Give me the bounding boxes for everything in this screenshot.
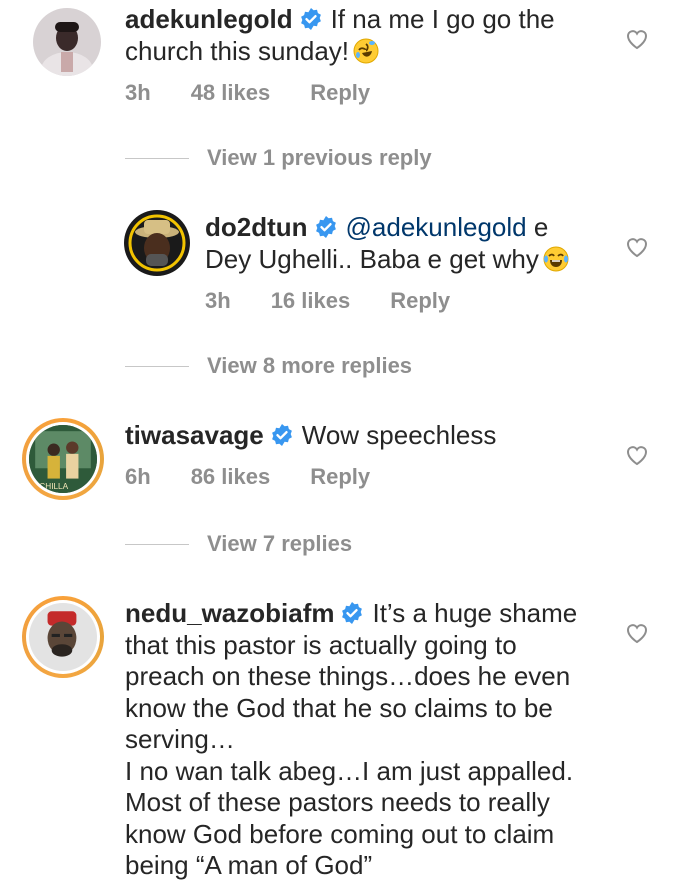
heart-icon[interactable] bbox=[624, 26, 650, 52]
view-replies-label: View 7 replies bbox=[207, 531, 353, 556]
reply-button[interactable]: Reply bbox=[310, 80, 370, 106]
comment-time: 6h bbox=[125, 464, 151, 489]
comment-text-line: Most of these pastors needs to really bbox=[125, 787, 550, 817]
comment-text: If na me I go go the bbox=[330, 4, 555, 34]
avatar-tiwasavage[interactable]: CHILLA bbox=[22, 418, 104, 500]
avatar-adekunlegold[interactable] bbox=[33, 8, 101, 76]
reply-button[interactable]: Reply bbox=[390, 288, 450, 314]
comment-text: Wow speechless bbox=[301, 420, 497, 450]
comment-text-line: know the God that he so claims to be bbox=[125, 692, 553, 723]
heart-icon[interactable] bbox=[624, 234, 650, 260]
mention-link[interactable]: @adekunlegold bbox=[346, 212, 527, 242]
view-more-label: View 8 more replies bbox=[207, 353, 413, 378]
comment-text: e bbox=[533, 212, 549, 242]
laughing-tears-emoji-icon bbox=[543, 246, 569, 271]
view-replies-button[interactable]: View 7 replies bbox=[125, 531, 352, 557]
view-more-replies-button[interactable]: View 8 more replies bbox=[125, 353, 412, 379]
comment-text-line: know God before coming out to claim bbox=[125, 818, 555, 849]
comment-time: 3h bbox=[125, 80, 151, 105]
heart-icon[interactable] bbox=[624, 442, 650, 468]
reply-button[interactable]: Reply bbox=[310, 464, 370, 490]
divider-line bbox=[125, 157, 189, 159]
verified-badge-icon bbox=[315, 216, 336, 238]
comment-text: It’s a huge shame bbox=[372, 598, 578, 628]
likes-count[interactable]: 48 likes bbox=[191, 80, 271, 106]
avatar-nedu-wazobiafm[interactable] bbox=[22, 596, 104, 678]
divider-line bbox=[125, 543, 189, 545]
divider-line bbox=[125, 365, 189, 367]
avatar-inner bbox=[26, 600, 100, 674]
rolling-laughing-emoji-icon bbox=[353, 38, 379, 63]
username[interactable]: tiwasavage bbox=[125, 420, 264, 450]
likes-count[interactable]: 16 likes bbox=[271, 288, 351, 314]
username[interactable]: do2dtun bbox=[205, 212, 308, 242]
comment-text-line: preach on these things…does he even bbox=[125, 661, 571, 691]
avatar-inner: CHILLA bbox=[26, 422, 100, 496]
comment-text-line: being “A man of God” bbox=[125, 850, 373, 880]
comment-text: Dey Ughelli.. Baba e get why bbox=[205, 243, 539, 274]
view-previous-reply-button[interactable]: View 1 previous reply bbox=[125, 145, 432, 171]
username[interactable]: nedu_wazobiafm bbox=[125, 598, 334, 628]
comment-text-line: I no wan talk abeg…I am just appalled. bbox=[125, 755, 574, 786]
comment-time: 3h bbox=[205, 288, 231, 313]
verified-badge-icon bbox=[271, 424, 292, 446]
view-previous-label: View 1 previous reply bbox=[207, 145, 432, 170]
avatar-caption: CHILLA bbox=[39, 482, 68, 491]
verified-badge-icon bbox=[342, 602, 363, 624]
comment-text-line: serving… bbox=[125, 724, 235, 754]
likes-count[interactable]: 86 likes bbox=[191, 464, 271, 490]
avatar-do2dtun[interactable] bbox=[124, 210, 190, 276]
username[interactable]: adekunlegold bbox=[125, 4, 293, 34]
comment-text: church this sunday! bbox=[125, 35, 350, 66]
verified-badge-icon bbox=[300, 8, 321, 30]
comment-text-line: that this pastor is actually going to bbox=[125, 629, 517, 660]
heart-icon[interactable] bbox=[624, 620, 650, 646]
